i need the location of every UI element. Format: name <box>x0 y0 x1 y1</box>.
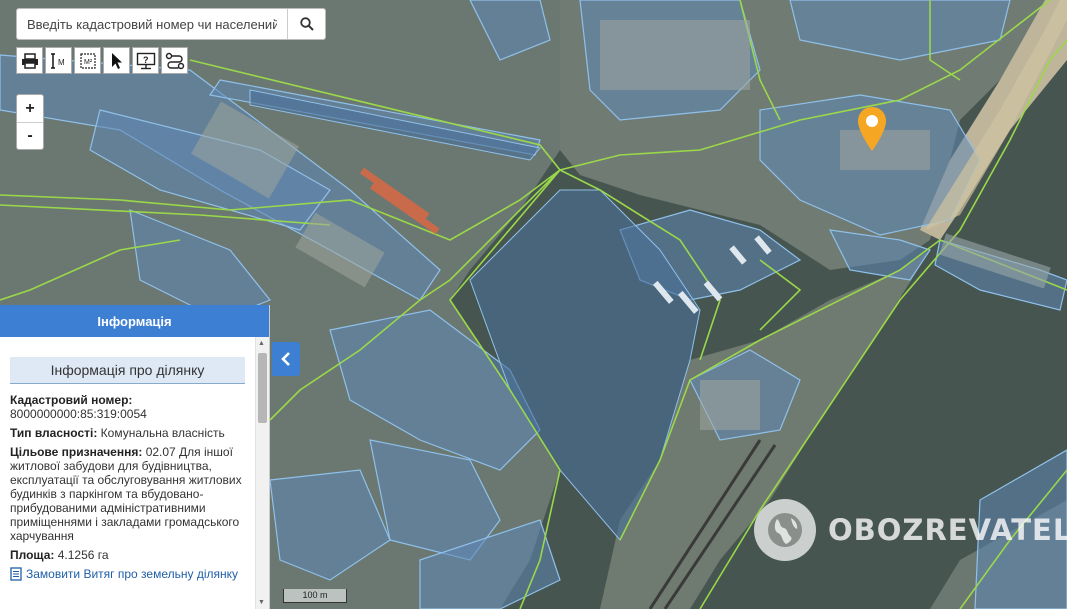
parcel-info-title: Інформація про ділянку <box>10 357 245 384</box>
route-icon <box>165 52 184 69</box>
map-toolbar: M M² ? <box>16 47 188 74</box>
area-label: Площа: <box>10 548 55 562</box>
search-button[interactable] <box>287 9 325 39</box>
map-view[interactable]: M M² ? + - Інформація Інформація про діл… <box>0 0 1067 609</box>
route-button[interactable] <box>161 47 188 74</box>
purpose-label: Цільове призначення: <box>10 445 143 459</box>
zoom-out-button[interactable]: - <box>17 122 43 149</box>
select-pointer-icon <box>111 52 122 69</box>
purpose-row: Цільове призначення: 02.07 Для іншої жит… <box>10 445 245 543</box>
scroll-down-icon[interactable]: ▼ <box>258 599 265 606</box>
info-panel-body: Інформація про ділянку Кадастровий номер… <box>0 337 255 609</box>
zoom-control: + - <box>16 94 44 150</box>
scroll-thumb[interactable] <box>258 353 267 423</box>
svg-text:M: M <box>58 58 65 67</box>
print-icon <box>21 52 38 69</box>
chevron-left-icon <box>281 352 290 366</box>
svg-text:?: ? <box>143 55 149 65</box>
cadastral-number-value: 8000000000:85:319:0054 <box>10 407 147 421</box>
measure-area-button[interactable]: M² <box>74 47 101 74</box>
help-icon: ? <box>136 52 155 69</box>
document-icon <box>10 567 22 581</box>
watermark: OBOZREVATEL <box>754 499 1067 561</box>
globe-icon <box>768 513 802 547</box>
ownership-value: Комунальна власність <box>100 426 225 440</box>
svg-text:M²: M² <box>84 59 93 66</box>
help-button[interactable]: ? <box>132 47 159 74</box>
purpose-value: 02.07 Для іншої житлової забудови для бу… <box>10 445 242 543</box>
collapse-panel-button[interactable] <box>272 342 300 376</box>
search-icon <box>299 17 314 31</box>
area-row: Площа: 4.1256 га <box>10 548 245 562</box>
info-panel: Інформація Інформація про ділянку Кадаст… <box>0 305 270 609</box>
info-panel-header: Інформація <box>0 305 269 337</box>
cadastral-number-label: Кадастровий номер: <box>10 393 133 407</box>
select-button[interactable] <box>103 47 130 74</box>
scale-bar: 100 m <box>283 589 347 603</box>
measure-length-button[interactable]: M <box>45 47 72 74</box>
scroll-up-icon[interactable]: ▲ <box>258 340 265 347</box>
print-button[interactable] <box>16 47 43 74</box>
watermark-text: OBOZREVATEL <box>828 513 1067 547</box>
info-panel-scrollbar[interactable]: ▲ ▼ <box>255 337 269 609</box>
search-input[interactable] <box>17 9 287 39</box>
area-value: 4.1256 га <box>57 548 109 562</box>
order-extract-link-label: Замовити Витяг про земельну ділянку <box>26 567 239 581</box>
ownership-label: Тип власності: <box>10 426 98 440</box>
measure-area-icon: M² <box>79 52 96 69</box>
order-extract-link[interactable]: Замовити Витяг про земельну ділянку <box>10 567 245 581</box>
measure-length-icon: M <box>50 52 65 69</box>
map-pin-icon <box>858 107 886 151</box>
watermark-logo <box>754 499 816 561</box>
ownership-row: Тип власності: Комунальна власність <box>10 426 245 440</box>
location-marker[interactable] <box>856 105 888 158</box>
search-box <box>16 8 326 40</box>
cadastral-number-row: Кадастровий номер: 8000000000:85:319:005… <box>10 393 245 421</box>
zoom-in-button[interactable]: + <box>17 95 43 122</box>
